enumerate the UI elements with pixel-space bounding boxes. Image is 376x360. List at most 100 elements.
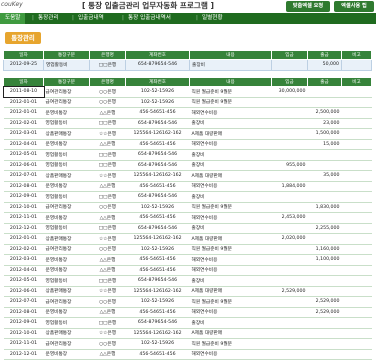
table-cell[interactable] (341, 265, 372, 276)
table-cell[interactable]: 출장비 (189, 191, 272, 203)
table-cell[interactable]: 2012-06-01 (3, 160, 44, 171)
table-cell[interactable]: 운영비통장 (43, 349, 90, 360)
table-cell[interactable] (341, 223, 372, 234)
table-cell[interactable]: 운영비통장 (43, 139, 90, 150)
table-cell[interactable]: 102-52-15926 (125, 202, 190, 213)
table-cell[interactable] (271, 170, 308, 182)
table-cell[interactable]: 해외연수비용 (189, 254, 272, 266)
table-cell[interactable] (307, 275, 342, 287)
table-cell[interactable]: 영업활동비 (43, 191, 90, 203)
input-cell[interactable] (341, 59, 372, 71)
table-cell[interactable]: 2012-01-01 (3, 233, 44, 245)
table-cell[interactable]: 직원 월급준비 9월분 (189, 86, 272, 98)
table-cell[interactable]: 해외연수비용 (189, 107, 272, 119)
account-management-button[interactable]: 통장관리 (5, 32, 41, 44)
table-row[interactable]: 2012-12-01 운영비통장 △△은행 456-54651-456 해외연수비용 (3, 349, 372, 360)
table-cell[interactable]: 2012-07-01 (3, 170, 44, 182)
table-cell[interactable]: 운영비통장 (43, 181, 90, 192)
table-cell[interactable]: □□은행 (89, 317, 126, 329)
table-cell[interactable]: 2012-03-01 (3, 128, 44, 140)
table-cell[interactable]: 125564-126162-162 (125, 128, 190, 140)
table-cell[interactable]: △△은행 (89, 254, 126, 266)
table-cell[interactable] (341, 286, 372, 297)
table-cell[interactable]: 급여관리통장 (43, 338, 90, 350)
table-cell[interactable]: 30,000,000 (271, 86, 308, 98)
table-cell[interactable] (271, 139, 308, 150)
table-row[interactable]: 2012-02-01 급여관리통장 ○○은행 102-52-15926 직원 월급준비 … (3, 244, 372, 255)
table-cell[interactable]: 23,000 (307, 118, 342, 129)
table-cell[interactable] (307, 233, 342, 245)
table-cell[interactable]: □□은행 (89, 160, 126, 171)
table-cell[interactable] (341, 328, 372, 339)
table-cell[interactable]: A제품 대량판매 (189, 286, 272, 297)
table-cell[interactable]: ○○은행 (89, 86, 126, 98)
table-row[interactable]: 2012-08-01 운영비통장 △△은행 456-54651-456 해외연수비용 2,… (3, 307, 372, 318)
table-cell[interactable]: 2012-11-01 (3, 338, 44, 350)
input-cell[interactable]: □□은행 (89, 59, 126, 71)
table-cell[interactable]: 직원 월급준비 9월분 (189, 296, 272, 308)
table-cell[interactable]: 456-54651-456 (125, 307, 190, 318)
table-cell[interactable]: 955,000 (271, 160, 308, 171)
column-header[interactable]: 일자 (3, 78, 44, 87)
table-cell[interactable]: 2012-09-01 (3, 191, 44, 203)
nav-daily-status[interactable]: 일별현황 (202, 13, 223, 24)
table-cell[interactable]: 2012-04-01 (3, 139, 44, 150)
table-row[interactable]: 2012-04-01 운영비통장 △△은행 456-54651-456 해외연수비용 (3, 265, 372, 276)
table-cell[interactable]: ☆☆은행 (89, 286, 126, 297)
table-cell[interactable] (341, 181, 372, 192)
table-cell[interactable]: 2012-06-01 (3, 286, 44, 297)
column-header[interactable]: 통장구분 (43, 78, 90, 87)
table-cell[interactable]: 15,000 (307, 139, 342, 150)
table-cell[interactable]: 직원 월급준비 9월분 (189, 202, 272, 213)
table-cell[interactable] (341, 191, 372, 203)
table-cell[interactable]: 102-52-15926 (125, 86, 190, 98)
table-cell[interactable]: A제품 대량판매 (189, 328, 272, 339)
table-cell[interactable] (307, 265, 342, 276)
table-cell[interactable]: 2012-01-01 (3, 107, 44, 119)
table-cell[interactable]: 2012-08-01 (3, 181, 44, 192)
table-row[interactable]: 2012-12-01 영업활동비 □□은행 654-879654-546 출장비 2,25… (3, 223, 372, 234)
table-cell[interactable] (271, 223, 308, 234)
table-cell[interactable]: 35,000 (307, 170, 342, 182)
table-cell[interactable]: ○○은행 (89, 97, 126, 108)
table-cell[interactable]: 102-52-15926 (125, 338, 190, 350)
input-cell[interactable] (271, 59, 308, 71)
table-cell[interactable] (341, 307, 372, 318)
table-cell[interactable] (271, 202, 308, 213)
table-cell[interactable] (307, 160, 342, 171)
table-cell[interactable]: 상품판매통장 (43, 233, 90, 245)
table-cell[interactable] (271, 275, 308, 287)
table-cell[interactable]: 102-52-15926 (125, 296, 190, 308)
column-header[interactable]: 일자 (3, 50, 44, 60)
table-cell[interactable]: 654-879654-546 (125, 275, 190, 287)
input-cell[interactable]: 영업활동비 (43, 59, 90, 71)
table-cell[interactable]: 1,830,000 (307, 202, 342, 213)
table-row[interactable]: 2012-05-01 영업활동비 □□은행 654-879654-546 출장비 (3, 275, 372, 287)
column-header[interactable]: 내용 (189, 50, 272, 60)
table-cell[interactable]: 영업활동비 (43, 275, 90, 287)
column-header[interactable]: 출금 (307, 78, 342, 87)
table-cell[interactable]: 456-54651-456 (125, 181, 190, 192)
table-cell[interactable] (341, 139, 372, 150)
table-cell[interactable]: □□은행 (89, 191, 126, 203)
table-cell[interactable] (307, 286, 342, 297)
table-row[interactable]: 2012-09-01 영업활동비 □□은행 654-879654-546 출장비 (3, 191, 372, 203)
table-cell[interactable]: 2012-04-01 (3, 265, 44, 276)
table-cell[interactable] (341, 349, 372, 360)
table-cell[interactable]: A제품 대량판매 (189, 128, 272, 140)
table-cell[interactable]: 출장비 (189, 118, 272, 129)
table-cell[interactable]: 125564-126162-162 (125, 170, 190, 182)
table-cell[interactable] (271, 265, 308, 276)
table-cell[interactable]: 출장비 (189, 317, 272, 329)
table-cell[interactable] (341, 233, 372, 245)
table-cell[interactable]: △△은행 (89, 265, 126, 276)
table-cell[interactable]: 456-54651-456 (125, 212, 190, 224)
table-cell[interactable]: □□은행 (89, 223, 126, 234)
table-cell[interactable]: 2012-12-01 (3, 349, 44, 360)
table-cell[interactable]: 급여관리통장 (43, 296, 90, 308)
table-cell[interactable]: □□은행 (89, 149, 126, 161)
table-cell[interactable]: 상품판매통장 (43, 328, 90, 339)
table-row[interactable]: 2012-02-01 영업활동비 □□은행 654-879654-546 출장비 23,0… (3, 118, 372, 129)
table-row[interactable]: 2012-10-01 급여관리통장 ○○은행 102-52-15926 직원 월급준비 … (3, 202, 372, 213)
table-row[interactable]: 2012-11-01 운영비통장 △△은행 456-54651-456 해외연수비용 2,… (3, 212, 372, 224)
